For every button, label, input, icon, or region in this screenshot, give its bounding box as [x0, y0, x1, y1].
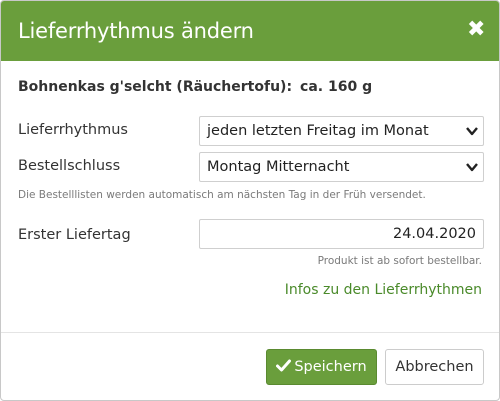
- rhythm-label: Lieferrhythmus: [18, 122, 128, 138]
- product-quantity: ca. 160 g: [300, 79, 373, 95]
- dialog-title: Lieferrhythmus ändern: [18, 19, 254, 43]
- dispatch-help-text: Die Bestelllisten werden automatisch am …: [18, 189, 426, 201]
- availability-note: Produkt ist ab sofort bestellbar.: [317, 255, 482, 267]
- close-icon[interactable]: ✖: [467, 19, 485, 41]
- deadline-label: Bestellschluss: [18, 158, 121, 174]
- footer-divider: [1, 332, 499, 333]
- save-label: Speichern: [294, 359, 367, 375]
- save-button[interactable]: Speichern: [266, 349, 377, 385]
- delivery-rhythm-info-link[interactable]: Infos zu den Lieferrhythmen: [285, 282, 482, 298]
- rhythm-selected-value: jeden letzten Freitag im Monat: [207, 123, 429, 139]
- deadline-selected-value: Montag Mitternacht: [207, 159, 350, 175]
- product-name: Bohnenkas g'selcht (Räuchertofu):: [18, 79, 293, 95]
- first-delivery-input[interactable]: 24.04.2020: [199, 219, 484, 249]
- check-icon: [276, 359, 292, 372]
- rhythm-select[interactable]: jeden letzten Freitag im Monat: [199, 116, 484, 146]
- deadline-select[interactable]: Montag Mitternacht: [199, 152, 484, 182]
- modal-dialog: Lieferrhythmus ändern ✖ Bohnenkas g'selc…: [0, 0, 500, 401]
- product-info: Bohnenkas g'selcht (Räuchertofu): ca. 160…: [18, 79, 372, 95]
- first-delivery-label: Erster Liefertag: [18, 227, 131, 243]
- chevron-down-icon: [466, 163, 478, 172]
- chevron-down-icon: [466, 127, 478, 136]
- cancel-button[interactable]: Abbrechen: [385, 349, 484, 385]
- modal-header: Lieferrhythmus ändern ✖: [1, 1, 499, 61]
